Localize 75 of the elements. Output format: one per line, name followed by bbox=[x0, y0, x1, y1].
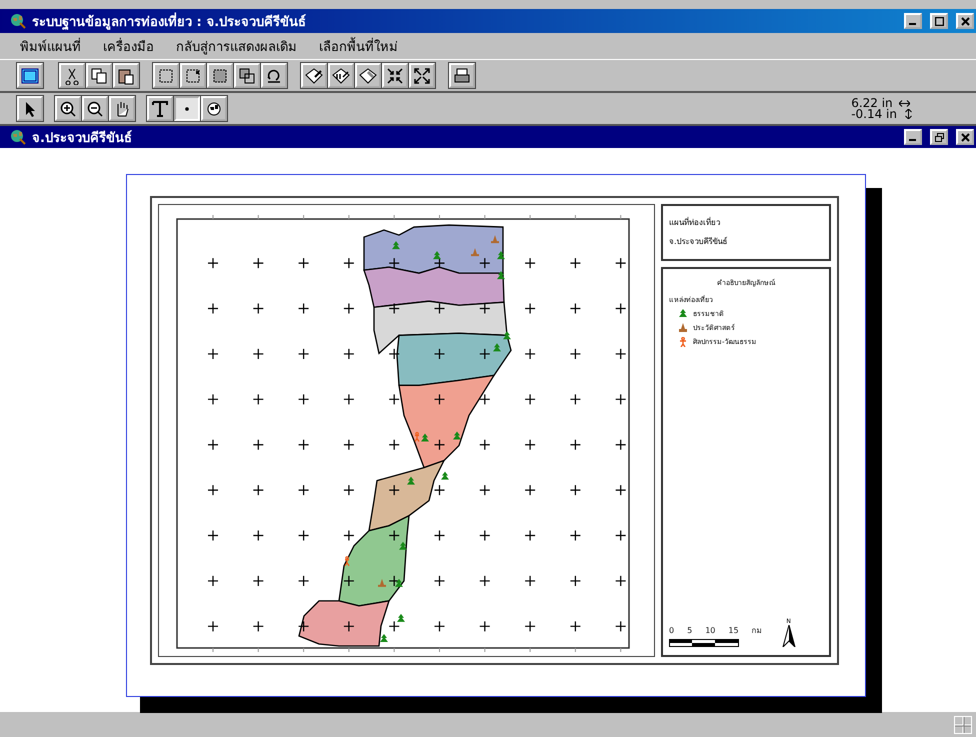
shrink-button[interactable] bbox=[382, 63, 408, 88]
tree-icon bbox=[679, 309, 687, 318]
zoom-extent-icon bbox=[305, 66, 323, 84]
zoom-out-icon bbox=[86, 100, 104, 118]
expand-button[interactable] bbox=[409, 63, 435, 88]
globe-tool-tool-button[interactable] bbox=[201, 96, 227, 121]
horizontal-arrow-icon bbox=[898, 100, 910, 106]
copy-button[interactable] bbox=[86, 63, 112, 88]
zoom-out-tool-button[interactable] bbox=[82, 96, 108, 121]
map-view-button[interactable] bbox=[17, 63, 43, 88]
frame-button[interactable] bbox=[234, 63, 260, 88]
globe-tool-icon bbox=[205, 100, 223, 118]
frame-icon bbox=[238, 66, 256, 84]
cut-icon bbox=[63, 66, 81, 84]
hand-tool-button[interactable] bbox=[109, 96, 135, 121]
frame-button[interactable] bbox=[207, 63, 233, 88]
restore-icon bbox=[934, 132, 944, 142]
close-button[interactable] bbox=[956, 13, 974, 29]
zoom-page-icon bbox=[359, 66, 377, 84]
x-coordinate: 6.22 in bbox=[851, 98, 893, 108]
scale-unit: กม bbox=[752, 625, 762, 637]
frame-button[interactable] bbox=[153, 63, 179, 88]
window-title: ระบบฐานข้อมูลการท่องเที่ยว : จ.ประจวบคีรีขันธ์ bbox=[32, 12, 308, 32]
scale-label: 5 bbox=[687, 626, 692, 635]
pointer-tool-button[interactable] bbox=[17, 96, 43, 121]
zoom-actual-button[interactable] bbox=[328, 63, 354, 88]
frame-icon bbox=[184, 66, 202, 84]
scale-label: 0 bbox=[669, 626, 674, 635]
maximize-icon bbox=[934, 16, 944, 26]
zoom-in-icon bbox=[59, 100, 77, 118]
globe-icon bbox=[10, 13, 26, 29]
close-icon bbox=[960, 16, 970, 26]
minimize-button[interactable] bbox=[904, 13, 922, 29]
text-tool-tool-button[interactable] bbox=[147, 96, 173, 121]
map-view-icon bbox=[21, 66, 39, 84]
undo-button[interactable] bbox=[261, 63, 287, 88]
y-coordinate: -0.14 in bbox=[851, 108, 897, 120]
menu-item[interactable]: เครื่องมือ bbox=[103, 36, 154, 56]
person-icon bbox=[679, 336, 687, 346]
copy-icon bbox=[90, 66, 108, 84]
minimize-button[interactable] bbox=[904, 129, 922, 145]
scale-bar-icon bbox=[669, 639, 739, 647]
maximize-button[interactable] bbox=[930, 13, 948, 29]
map-title: แผนที่ท่องเที่ยว bbox=[669, 216, 721, 229]
paste-icon bbox=[117, 66, 135, 84]
frame-icon bbox=[157, 66, 175, 84]
scale-label: 15 bbox=[728, 626, 739, 635]
print-icon bbox=[453, 66, 471, 84]
menu-item[interactable]: กลับสู่การแสดงผลเดิม bbox=[176, 36, 297, 56]
globe-icon bbox=[10, 129, 26, 145]
zoom-page-button[interactable] bbox=[355, 63, 381, 88]
frame-icon bbox=[211, 66, 229, 84]
zoom-in-tool-button[interactable] bbox=[55, 96, 81, 121]
close-button[interactable] bbox=[956, 129, 974, 145]
zoom-actual-icon bbox=[332, 66, 350, 84]
frame-button[interactable] bbox=[180, 63, 206, 88]
north-arrow-icon bbox=[782, 625, 796, 647]
map-title: จ.ประจวบคีรีขันธ์ bbox=[669, 236, 729, 248]
temple-icon bbox=[679, 323, 687, 332]
grid-icon bbox=[954, 716, 972, 734]
zoom-extent-button[interactable] bbox=[301, 63, 327, 88]
print-button[interactable] bbox=[449, 63, 475, 88]
cut-button[interactable] bbox=[59, 63, 85, 88]
document-title: จ.ประจวบคีรีขันธ์ bbox=[32, 129, 133, 148]
vertical-arrow-icon bbox=[903, 109, 914, 119]
restore-button[interactable] bbox=[930, 129, 948, 145]
text-tool-icon bbox=[151, 100, 169, 118]
close-icon bbox=[960, 132, 970, 142]
menu-item[interactable]: เลือกพื้นที่ใหม่ bbox=[319, 36, 398, 56]
menu-item[interactable]: พิมพ์แผนที่ bbox=[20, 36, 81, 56]
point-icon bbox=[185, 106, 189, 110]
shrink-icon bbox=[386, 66, 404, 84]
scale-label: 10 bbox=[705, 626, 716, 635]
paste-button[interactable] bbox=[113, 63, 139, 88]
expand-icon bbox=[413, 66, 431, 84]
